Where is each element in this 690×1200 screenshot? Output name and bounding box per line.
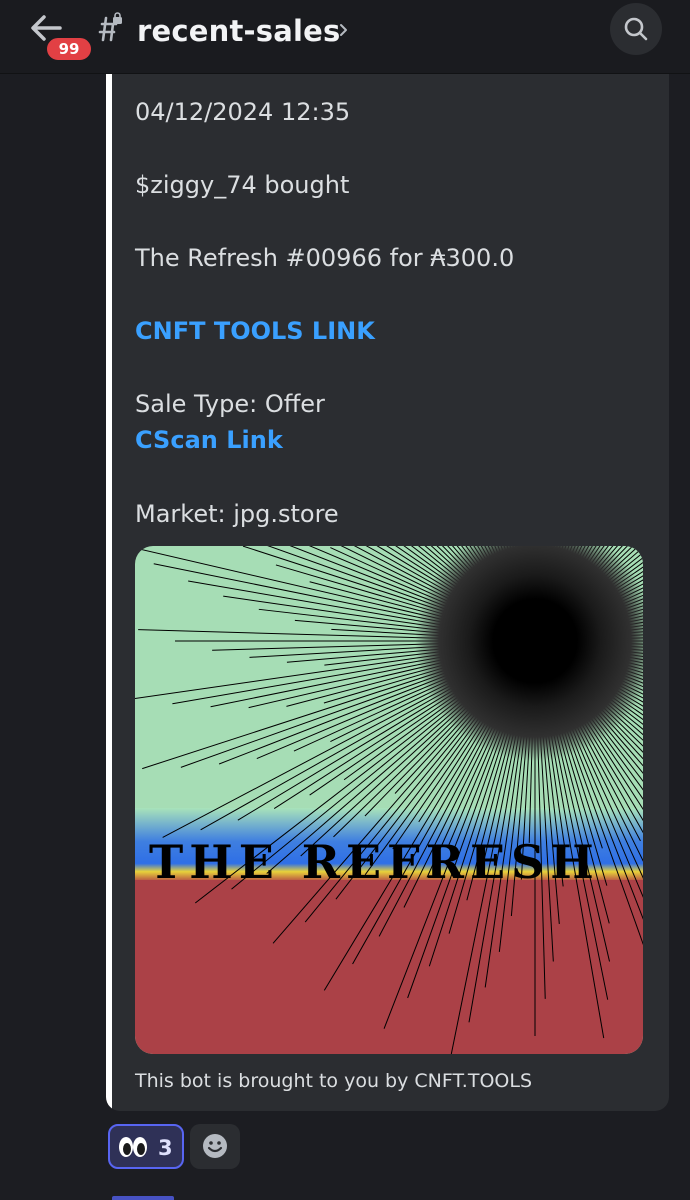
- add-reaction-smiley-icon: [203, 1134, 227, 1158]
- cnft-tools-link[interactable]: CNFT TOOLS LINK: [135, 317, 375, 345]
- search-button[interactable]: [610, 3, 662, 55]
- nft-image[interactable]: THE REFRESH: [135, 546, 643, 1054]
- buyer-line: $ziggy_74 bought: [135, 171, 350, 199]
- channel-name[interactable]: recent-sales: [137, 14, 340, 48]
- reaction-eyes[interactable]: 3: [108, 1124, 184, 1169]
- item-price-line: The Refresh #00966 for ₳300.0: [135, 244, 515, 272]
- nft-title-text: THE REFRESH: [149, 835, 600, 889]
- next-message-stub: [112, 1196, 174, 1200]
- locked-hash-icon: [98, 12, 122, 42]
- sale-embed: 04/12/2024 12:35 $ziggy_74 bought The Re…: [106, 74, 669, 1111]
- chevron-right-icon[interactable]: [338, 22, 350, 38]
- nft-artwork: THE REFRESH: [135, 546, 643, 1054]
- channel-header: 99 recent-sales: [0, 0, 690, 74]
- sale-timestamp: 04/12/2024 12:35: [135, 98, 351, 126]
- add-reaction-button[interactable]: [190, 1124, 240, 1169]
- market-line: Market: jpg.store: [135, 500, 339, 528]
- sale-type: Sale Type: Offer: [135, 390, 325, 418]
- embed-footer: This bot is brought to you by CNFT.TOOLS: [135, 1070, 533, 1092]
- unread-badge: 99: [44, 35, 94, 63]
- embed-accent-bar: [106, 74, 112, 1111]
- eyes-icon: [119, 1137, 147, 1157]
- reaction-count: 3: [158, 1136, 173, 1160]
- search-icon: [624, 17, 648, 41]
- cscan-link[interactable]: CScan Link: [135, 426, 283, 454]
